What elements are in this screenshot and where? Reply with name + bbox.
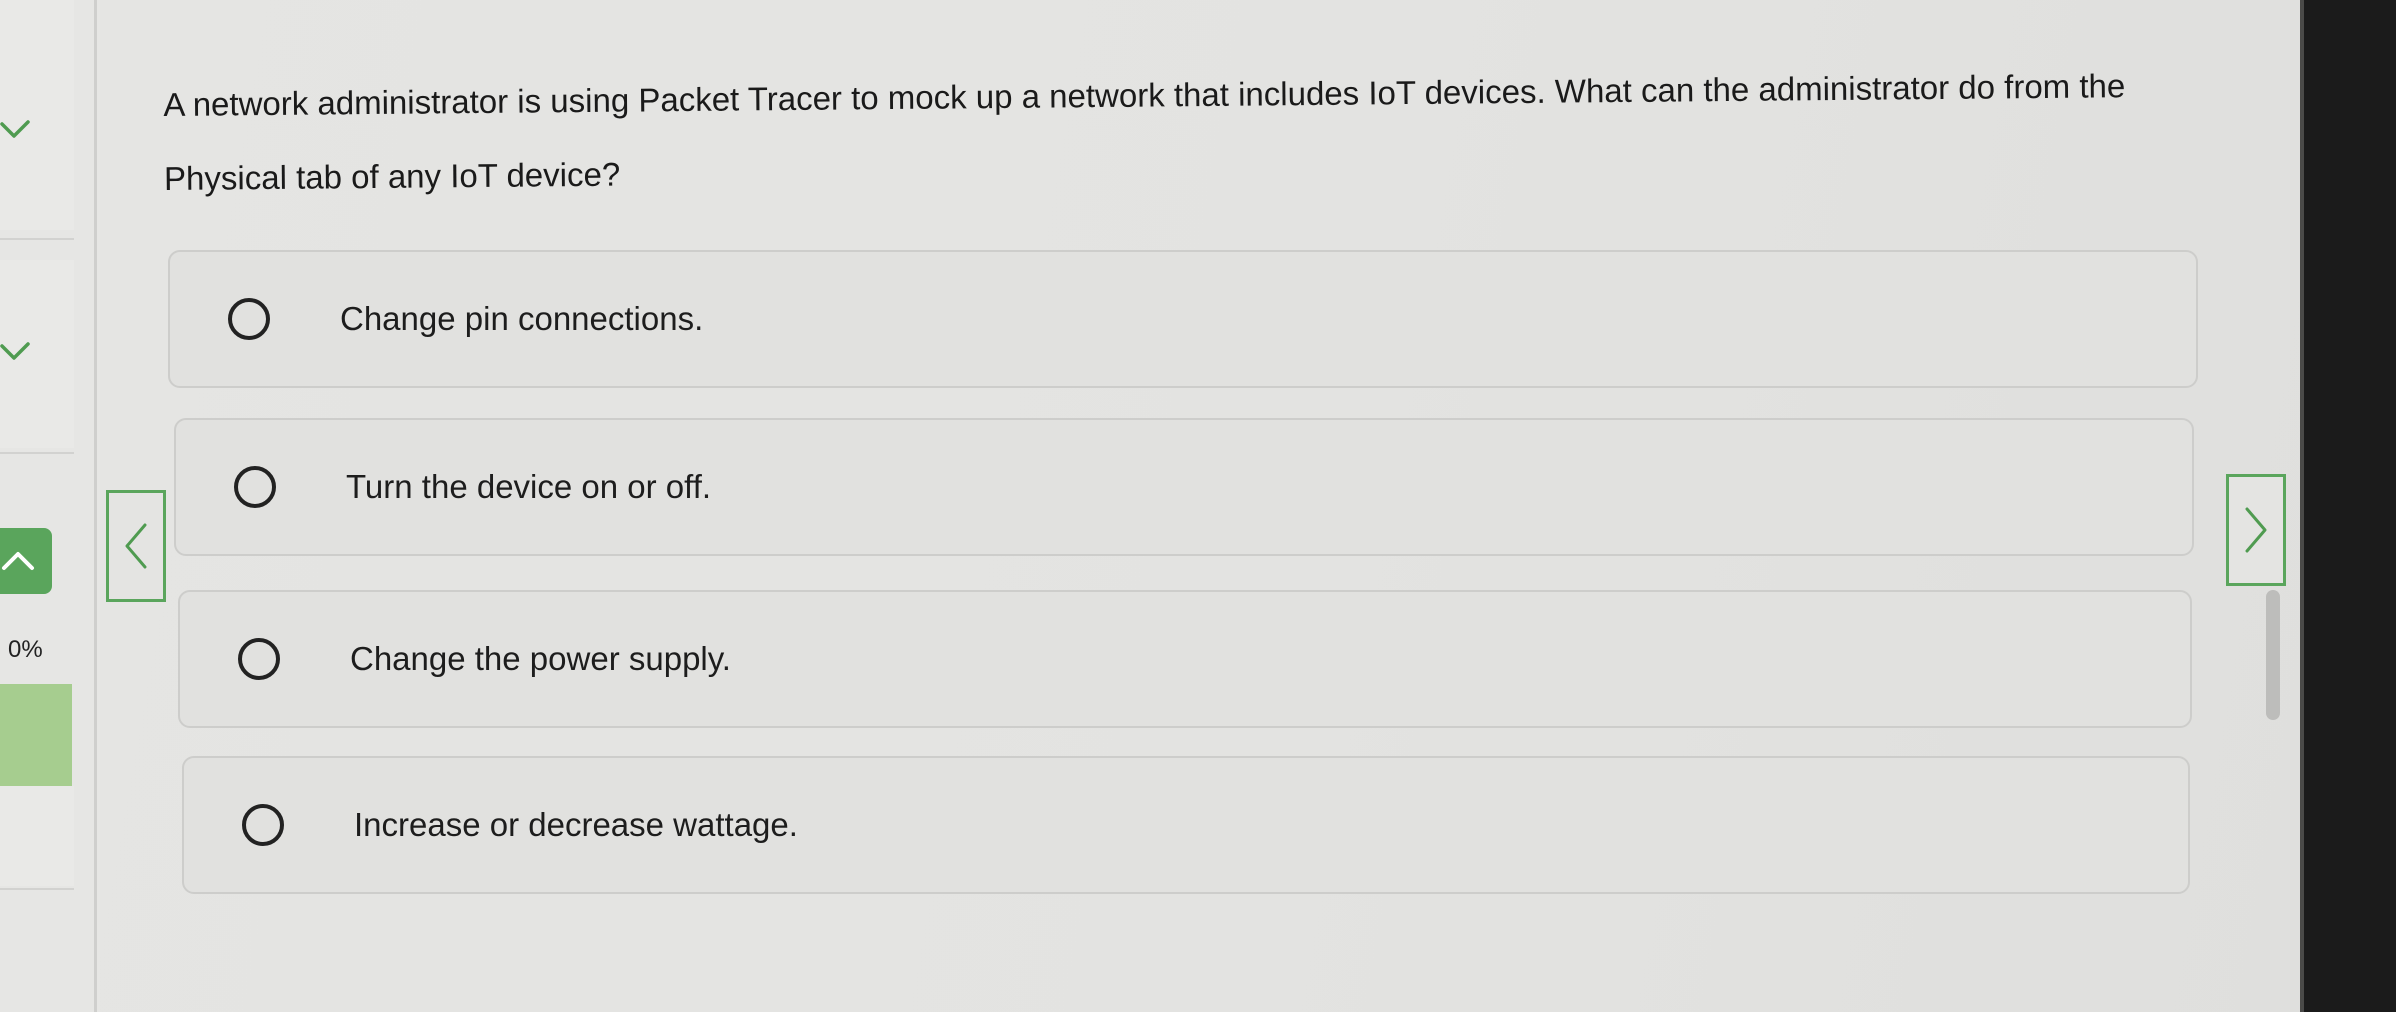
chevron-right-icon <box>2245 507 2267 553</box>
divider <box>94 0 97 1012</box>
answer-option[interactable]: Change pin connections. <box>168 250 2198 388</box>
sidebar-item[interactable] <box>0 786 74 886</box>
radio-button[interactable] <box>228 298 270 340</box>
divider <box>0 452 74 454</box>
answer-option[interactable]: Turn the device on or off. <box>174 418 2194 556</box>
chevron-down-icon[interactable] <box>0 112 36 148</box>
divider <box>0 888 74 890</box>
radio-button[interactable] <box>242 804 284 846</box>
previous-button[interactable] <box>106 490 166 602</box>
progress-bar <box>0 684 72 786</box>
chevron-left-icon <box>125 523 147 569</box>
answer-option[interactable]: Change the power supply. <box>178 590 2192 728</box>
answer-option-label: Change pin connections. <box>340 300 704 337</box>
answer-option[interactable]: Increase or decrease wattage. <box>182 756 2190 894</box>
chevron-up-icon <box>2 552 34 570</box>
radio-button[interactable] <box>238 638 280 680</box>
divider <box>0 238 74 240</box>
course-sidebar: 0% <box>0 0 100 1012</box>
collapse-button[interactable] <box>0 528 52 594</box>
progress-percent: 0% <box>8 636 43 663</box>
next-button[interactable] <box>2226 474 2286 586</box>
answer-option-label: Change the power supply. <box>350 640 731 677</box>
chevron-down-icon[interactable] <box>0 334 36 370</box>
monitor-bezel <box>2304 0 2396 1012</box>
radio-button[interactable] <box>234 466 276 508</box>
question-text: A network administrator is using Packet … <box>163 67 2126 197</box>
answer-option-label: Increase or decrease wattage. <box>354 806 798 843</box>
answer-option-label: Turn the device on or off. <box>346 468 712 505</box>
scrollbar[interactable] <box>2266 590 2280 720</box>
